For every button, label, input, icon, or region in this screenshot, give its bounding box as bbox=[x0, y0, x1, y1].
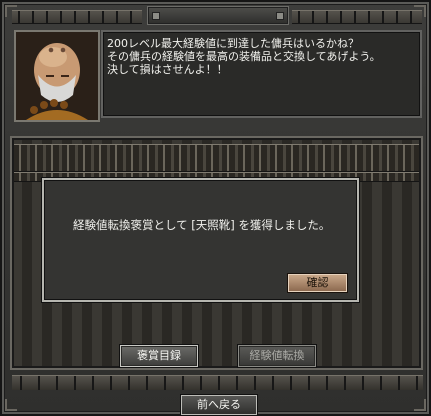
corner-ornament bbox=[414, 399, 426, 411]
footer-ornament bbox=[12, 375, 423, 390]
top-ornament-right bbox=[292, 10, 422, 24]
corner-ornament bbox=[5, 5, 17, 17]
window-title-bar[interactable] bbox=[147, 6, 289, 25]
npc-exchange-window: 200レベル最大経験値に到達した傭兵はいるかね？ その傭兵の経験値を最高の装備品… bbox=[0, 0, 431, 416]
corner-ornament bbox=[5, 399, 17, 411]
decorative-band bbox=[14, 144, 419, 172]
npc-portrait bbox=[14, 30, 100, 122]
top-ornament-left bbox=[12, 10, 142, 24]
monk-portrait-image bbox=[16, 32, 98, 120]
confirm-button[interactable]: 確認 bbox=[288, 274, 347, 292]
corner-ornament bbox=[414, 5, 426, 17]
npc-message-text: 200レベル最大経験値に到達した傭兵はいるかね？ その傭兵の経験値を最高の装備品… bbox=[101, 30, 422, 118]
reward-dialog-text: 経験値転換褒賞として [天照靴] を獲得しました。 bbox=[73, 218, 331, 232]
title-knob-left bbox=[152, 12, 160, 20]
reward-dialog: 経験値転換褒賞として [天照靴] を獲得しました。 確認 bbox=[42, 178, 359, 302]
reward-list-button[interactable]: 褒賞目録 bbox=[120, 345, 198, 367]
exp-convert-button[interactable]: 経験値転換 bbox=[238, 345, 316, 367]
back-button[interactable]: 前へ戻る bbox=[181, 395, 257, 415]
title-knob-right bbox=[276, 12, 284, 20]
